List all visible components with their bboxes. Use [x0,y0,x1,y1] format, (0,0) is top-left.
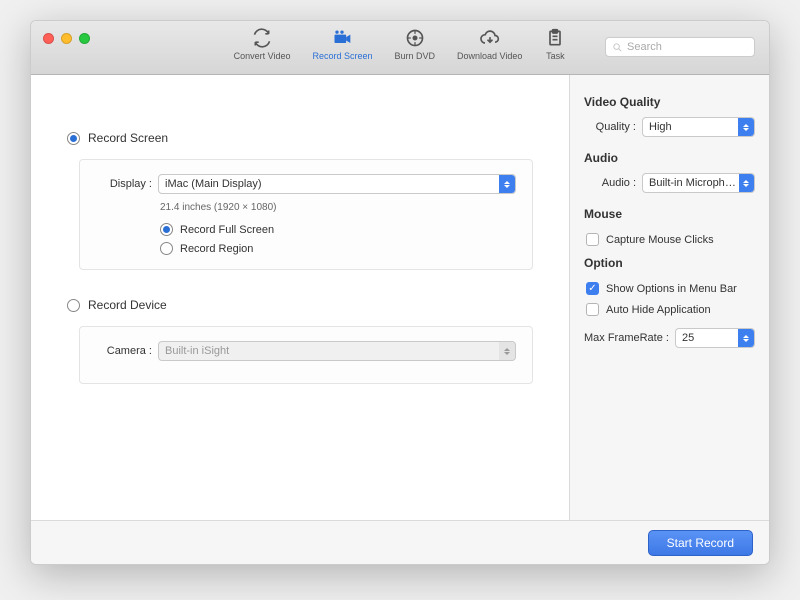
max-framerate-value: 25 [682,332,694,344]
capture-clicks-option[interactable]: Capture Mouse Clicks [586,233,753,246]
tab-download-video[interactable]: Download Video [457,27,522,61]
chevron-updown-icon [738,118,754,136]
show-options-label: Show Options in Menu Bar [606,283,737,295]
checkbox-icon[interactable] [586,303,599,316]
radio-icon[interactable] [67,299,80,312]
main-panel: Record Screen Display : iMac (Main Displ… [31,75,569,520]
tab-label: Convert Video [234,51,291,61]
option-heading: Option [584,256,755,270]
chevron-updown-icon [738,329,754,347]
auto-hide-option[interactable]: Auto Hide Application [586,303,753,316]
audio-value: Built-in Microphone [649,177,739,189]
tab-task[interactable]: Task [544,27,566,61]
video-quality-heading: Video Quality [584,95,755,109]
body: Record Screen Display : iMac (Main Displ… [31,75,769,520]
cloud-download-icon [479,27,501,49]
radio-icon[interactable] [67,132,80,145]
camera-label: Camera : [96,345,152,357]
auto-hide-label: Auto Hide Application [606,304,711,316]
capture-clicks-label: Capture Mouse Clicks [606,234,714,246]
display-value: iMac (Main Display) [165,178,262,190]
display-select[interactable]: iMac (Main Display) [158,174,516,194]
radio-icon[interactable] [160,223,173,236]
tab-label: Burn DVD [395,51,436,61]
quality-select[interactable]: High [642,117,755,137]
audio-select[interactable]: Built-in Microphone [642,173,755,193]
tab-burn-dvd[interactable]: Burn DVD [395,27,436,61]
chevron-updown-icon [739,174,754,192]
search-icon [612,42,623,53]
quality-label: Quality : [584,121,636,133]
search-input[interactable]: Search [605,37,755,57]
chevron-updown-icon [499,342,515,360]
display-hint: 21.4 inches (1920 × 1080) [160,202,516,213]
tab-label: Record Screen [312,51,372,61]
record-full-label: Record Full Screen [180,224,274,236]
record-device-panel: Camera : Built-in iSight [79,326,533,384]
disc-icon [404,27,426,49]
audio-label: Audio : [584,177,636,189]
start-record-button[interactable]: Start Record [648,530,753,556]
mouse-heading: Mouse [584,207,755,221]
record-full-screen-option[interactable]: Record Full Screen [160,223,516,236]
camera-select: Built-in iSight [158,341,516,361]
footer: Start Record [31,520,769,564]
record-device-option[interactable]: Record Device [67,298,539,312]
record-region-label: Record Region [180,243,253,255]
quality-value: High [649,121,672,133]
toolbar: Convert Video Record Screen Burn DVD Dow… [234,27,567,61]
checkbox-icon[interactable] [586,282,599,295]
max-framerate-select[interactable]: 25 [675,328,755,348]
record-screen-label: Record Screen [88,131,168,145]
side-panel: Video Quality Quality : High Audio Audio… [569,75,769,520]
display-label: Display : [96,178,152,190]
window-controls [43,33,90,44]
chevron-updown-icon [499,175,515,193]
titlebar: Convert Video Record Screen Burn DVD Dow… [31,21,769,75]
record-region-option[interactable]: Record Region [160,242,516,255]
tab-record-screen[interactable]: Record Screen [312,27,372,61]
tab-label: Download Video [457,51,522,61]
tab-convert-video[interactable]: Convert Video [234,27,291,61]
checkbox-icon[interactable] [586,233,599,246]
max-framerate-label: Max FrameRate : [584,332,669,344]
app-window: Convert Video Record Screen Burn DVD Dow… [30,20,770,565]
tab-label: Task [546,51,565,61]
clipboard-icon [544,27,566,49]
close-icon[interactable] [43,33,54,44]
zoom-icon[interactable] [79,33,90,44]
camera-value: Built-in iSight [165,345,229,357]
minimize-icon[interactable] [61,33,72,44]
record-screen-panel: Display : iMac (Main Display) 21.4 inche… [79,159,533,270]
record-screen-option[interactable]: Record Screen [67,131,539,145]
search-placeholder: Search [627,41,662,53]
convert-icon [251,27,273,49]
camera-icon [331,27,353,49]
audio-heading: Audio [584,151,755,165]
show-options-menubar[interactable]: Show Options in Menu Bar [586,282,753,295]
record-device-label: Record Device [88,298,167,312]
radio-icon[interactable] [160,242,173,255]
